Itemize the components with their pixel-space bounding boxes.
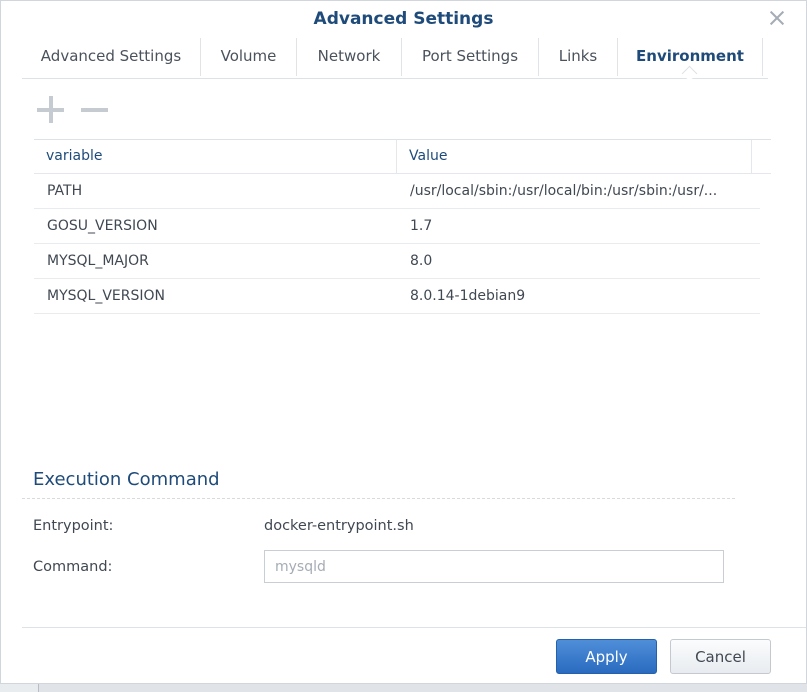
variable-cell: MYSQL_VERSION — [47, 288, 165, 304]
tab-network[interactable]: Network — [297, 38, 402, 76]
variable-cell: MYSQL_MAJOR — [47, 253, 149, 269]
table-row[interactable]: GOSU_VERSION 1.7 — [34, 209, 760, 244]
window-shadow — [38, 684, 807, 692]
tab-volume[interactable]: Volume — [201, 38, 297, 76]
dialog-title: Advanced Settings — [313, 9, 494, 29]
tab-environment[interactable]: Environment — [618, 38, 763, 76]
close-icon[interactable] — [766, 7, 788, 29]
environment-table: variable Value PATH /usr/local/sbin:/usr… — [34, 139, 771, 314]
command-label: Command: — [33, 559, 113, 575]
footer-divider — [22, 627, 806, 628]
table-header: variable Value — [34, 139, 771, 174]
header-spacer — [752, 140, 771, 173]
tab-advanced-settings[interactable]: Advanced Settings — [22, 38, 201, 76]
value-cell: 8.0.14-1debian9 — [410, 288, 526, 304]
plus-icon[interactable] — [37, 96, 65, 124]
tab-links[interactable]: Links — [539, 38, 618, 76]
command-input[interactable] — [264, 550, 724, 583]
value-cell: 8.0 — [410, 253, 433, 269]
column-header-variable[interactable]: variable — [34, 140, 397, 173]
column-header-value[interactable]: Value — [397, 140, 752, 173]
entrypoint-value: docker-entrypoint.sh — [264, 518, 414, 534]
advanced-settings-dialog: Advanced Settings Advanced Settings Volu… — [0, 0, 807, 684]
tab-bar: Advanced Settings Volume Network Port Se… — [22, 38, 768, 79]
section-divider — [22, 498, 735, 499]
table-row[interactable]: PATH /usr/local/sbin:/usr/local/bin:/usr… — [34, 174, 760, 209]
cancel-button[interactable]: Cancel — [670, 639, 771, 674]
tab-port-settings[interactable]: Port Settings — [402, 38, 539, 76]
variable-cell: PATH — [47, 183, 83, 199]
value-cell: 1.7 — [410, 218, 433, 234]
apply-button[interactable]: Apply — [556, 639, 657, 674]
table-row[interactable]: MYSQL_VERSION 8.0.14-1debian9 — [34, 279, 760, 314]
minus-icon[interactable] — [81, 96, 109, 124]
execution-command-heading: Execution Command — [33, 469, 220, 490]
entrypoint-label: Entrypoint: — [33, 518, 114, 534]
variable-cell: GOSU_VERSION — [47, 218, 158, 234]
value-cell: /usr/local/sbin:/usr/local/bin:/usr/sbin… — [410, 183, 718, 199]
table-row[interactable]: MYSQL_MAJOR 8.0 — [34, 244, 760, 279]
